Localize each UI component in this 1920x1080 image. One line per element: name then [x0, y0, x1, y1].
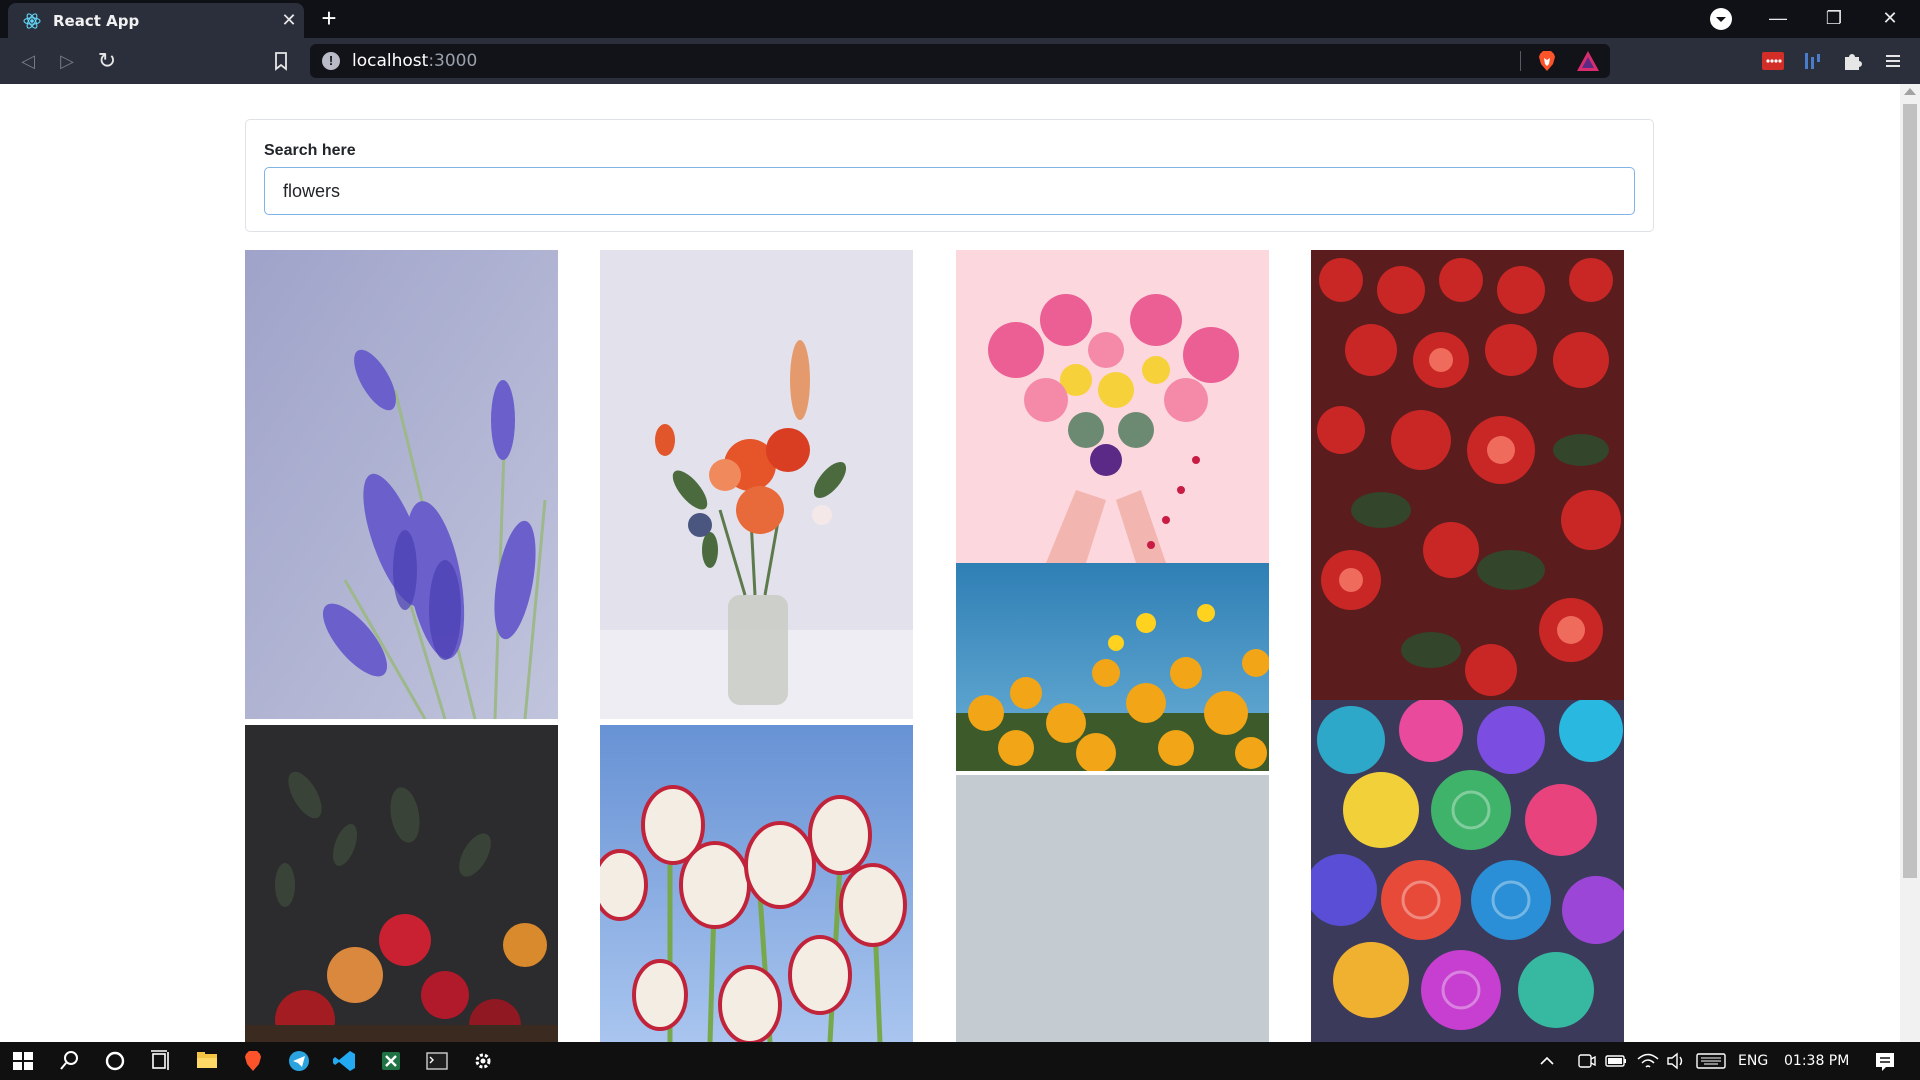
- terminal-icon[interactable]: [414, 1042, 460, 1080]
- site-info-icon[interactable]: !: [322, 52, 340, 70]
- meet-now-icon[interactable]: [1572, 1042, 1600, 1080]
- photo-yellow-poppies[interactable]: [956, 563, 1269, 771]
- url-text[interactable]: localhost:3000: [352, 51, 477, 71]
- tab-search-icon[interactable]: [1710, 8, 1732, 30]
- brave-browser-icon[interactable]: [230, 1042, 276, 1080]
- bookmark-icon[interactable]: [270, 50, 292, 72]
- photo-lavender[interactable]: [245, 250, 558, 719]
- tab-react-app[interactable]: React App ✕: [8, 3, 304, 38]
- back-button[interactable]: ◁: [13, 47, 43, 75]
- settings-gear-icon[interactable]: [460, 1042, 506, 1080]
- minimize-button[interactable]: —: [1750, 0, 1806, 38]
- photo-tulips[interactable]: [600, 725, 913, 1042]
- scrollbar-thumb[interactable]: [1903, 104, 1917, 878]
- notifications-icon[interactable]: [1862, 1042, 1908, 1080]
- photo-heart-flowers[interactable]: [956, 250, 1269, 563]
- tab-title: React App: [53, 12, 140, 30]
- scroll-up-arrow-icon[interactable]: [1904, 88, 1916, 95]
- react-favicon-icon: [23, 13, 41, 29]
- vscode-icon[interactable]: [322, 1042, 368, 1080]
- task-view-icon[interactable]: [138, 1042, 184, 1080]
- extensions-puzzle-icon[interactable]: [1840, 48, 1866, 74]
- language-indicator[interactable]: ENG: [1738, 1053, 1768, 1069]
- address-bar[interactable]: ! localhost:3000: [310, 44, 1610, 78]
- url-host: localhost: [352, 51, 429, 71]
- extension-bars-icon[interactable]: [1800, 48, 1826, 74]
- photo-grey-placeholder[interactable]: [956, 775, 1269, 1042]
- excel-icon[interactable]: [368, 1042, 414, 1080]
- forward-button[interactable]: ▷: [52, 47, 82, 75]
- new-tab-button[interactable]: +: [314, 5, 344, 32]
- wifi-icon[interactable]: [1634, 1042, 1662, 1080]
- volume-icon[interactable]: [1662, 1042, 1690, 1080]
- close-window-button[interactable]: ✕: [1862, 0, 1918, 38]
- cortana-icon[interactable]: [92, 1042, 138, 1080]
- search-label: Search here: [264, 142, 356, 159]
- photo-bouquet-vase[interactable]: [600, 250, 913, 719]
- browser-titlebar: React App ✕ + — ❐ ✕: [0, 0, 1920, 38]
- extension-lastpass-icon[interactable]: [1760, 48, 1786, 74]
- photo-red-begonias[interactable]: [1311, 250, 1624, 700]
- url-port: :3000: [428, 51, 478, 71]
- tab-close-icon[interactable]: ✕: [278, 9, 300, 31]
- telegram-icon[interactable]: [276, 1042, 322, 1080]
- windows-taskbar: ENG 01:38 PM: [0, 1042, 1920, 1080]
- windows-start-icon[interactable]: [0, 1042, 46, 1080]
- show-hidden-icons-chevron-icon[interactable]: [1532, 1042, 1562, 1080]
- photo-dark-red-roses[interactable]: [245, 725, 558, 1042]
- search-card: Search here: [245, 119, 1654, 232]
- touch-keyboard-icon[interactable]: [1694, 1042, 1728, 1080]
- search-input[interactable]: [264, 167, 1635, 215]
- clock[interactable]: 01:38 PM: [1784, 1053, 1849, 1069]
- restore-button[interactable]: ❐: [1806, 0, 1862, 38]
- reload-button[interactable]: ↻: [92, 47, 122, 75]
- browser-menu-icon[interactable]: [1880, 48, 1906, 74]
- url-divider: [1520, 51, 1521, 71]
- battery-icon[interactable]: [1602, 1042, 1630, 1080]
- search-icon[interactable]: [46, 1042, 92, 1080]
- photo-rainbow-roses[interactable]: [1311, 700, 1624, 1042]
- file-explorer-icon[interactable]: [184, 1042, 230, 1080]
- brave-rewards-icon[interactable]: [1576, 50, 1600, 72]
- brave-shields-icon[interactable]: [1535, 49, 1559, 73]
